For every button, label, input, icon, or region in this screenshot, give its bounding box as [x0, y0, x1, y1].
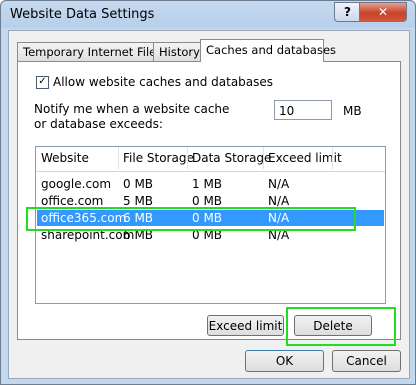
dialog-window: Website Data Settings ? ✕ Temporary Inte… [0, 0, 416, 385]
column-divider[interactable] [332, 147, 333, 169]
dialog-client: Temporary Internet Files History Caches … [8, 30, 410, 379]
highlight-box [286, 307, 396, 346]
column-header-data-storage[interactable]: Data Storage [192, 151, 271, 165]
tab-caches-and-databases[interactable]: Caches and databases [200, 39, 336, 62]
cell-exceed-limit: N/A [268, 177, 290, 191]
close-icon: ✕ [377, 5, 389, 19]
notify-label: Notify me when a website cache or databa… [34, 102, 230, 131]
allow-caches-option[interactable]: ✓ Allow website caches and databases [36, 75, 273, 89]
cancel-button[interactable]: Cancel [332, 350, 401, 372]
cell-data-storage: 1 MB [192, 177, 223, 191]
website-list[interactable]: Website File Storage Data Storage Exceed… [26, 146, 386, 304]
column-header-website[interactable]: Website [41, 151, 89, 165]
column-header-exceed-limit[interactable]: Exceed limit [268, 151, 342, 165]
cell-website: google.com [41, 177, 112, 191]
close-button[interactable]: ✕ [359, 2, 407, 22]
highlight-box [26, 207, 356, 231]
cell-file-storage: 5 MB [123, 194, 154, 208]
tab-panel: ✓ Allow website caches and databases Not… [17, 61, 401, 346]
notify-unit-label: MB [343, 104, 362, 118]
column-divider[interactable] [187, 147, 188, 169]
help-button[interactable]: ? [334, 2, 361, 22]
exceed-limit-button[interactable]: Exceed limit [207, 315, 284, 336]
allow-caches-label: Allow website caches and databases [53, 75, 274, 89]
tab-temporary-internet-files[interactable]: Temporary Internet Files [17, 42, 162, 61]
tab-history[interactable]: History [153, 42, 203, 61]
column-header-file-storage[interactable]: File Storage [123, 151, 194, 165]
cell-data-storage: 0 MB [192, 194, 223, 208]
table-row[interactable]: google.com 0 MB 1 MB N/A [37, 176, 384, 192]
column-divider[interactable] [263, 147, 264, 169]
ok-button[interactable]: OK [245, 350, 324, 372]
column-divider[interactable] [118, 147, 119, 169]
list-header: Website File Storage Data Storage Exceed… [36, 147, 385, 172]
cell-website: office.com [41, 194, 104, 208]
help-icon: ? [344, 5, 351, 19]
title-bar[interactable]: Website Data Settings ? ✕ [1, 1, 415, 28]
allow-caches-checkbox[interactable]: ✓ [36, 75, 49, 89]
window-title: Website Data Settings [10, 7, 155, 22]
cell-exceed-limit: N/A [268, 194, 290, 208]
notify-limit-input[interactable]: 10 [274, 100, 332, 120]
cell-file-storage: 0 MB [123, 177, 154, 191]
